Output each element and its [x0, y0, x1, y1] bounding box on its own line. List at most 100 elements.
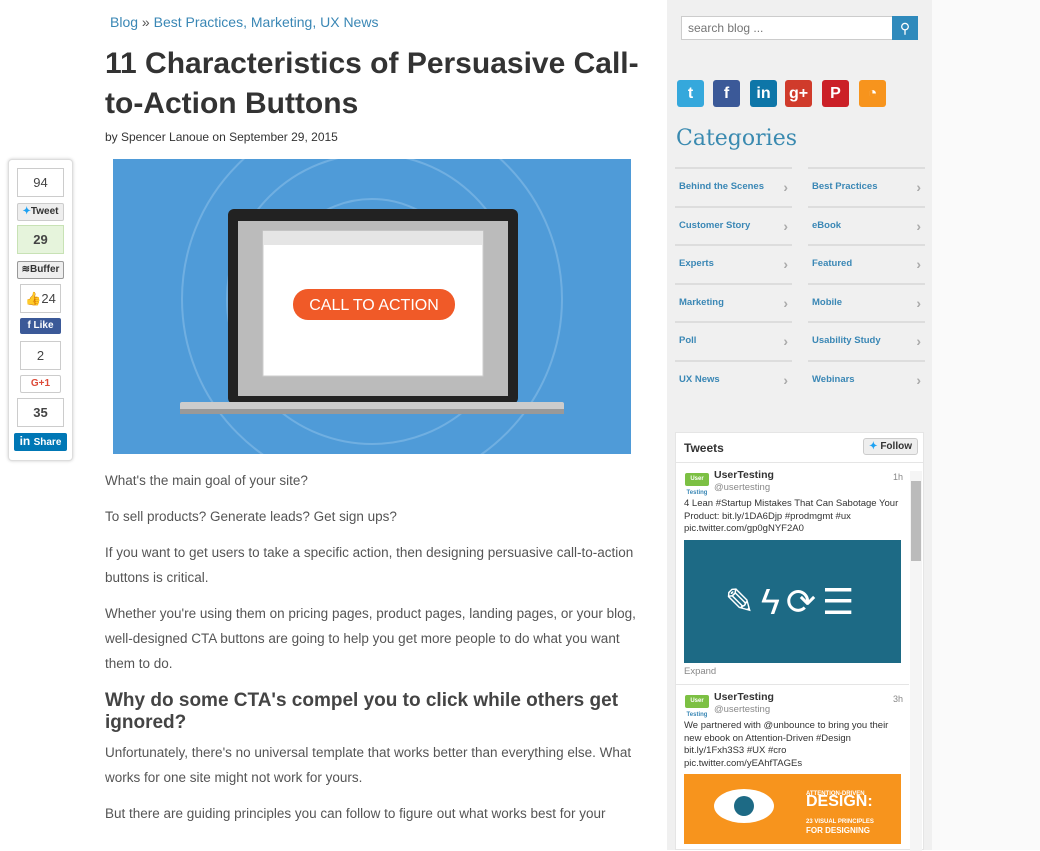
search-box: ⚲ — [681, 16, 918, 40]
tweet-image[interactable]: ATTENTION-DRIVEN DESIGN: 23 VISUAL PRINC… — [684, 774, 901, 844]
category-label: Featured — [812, 258, 853, 269]
category-label: Customer Story — [679, 219, 751, 231]
category-label: Mobile — [812, 296, 843, 308]
paragraph: Whether you're using them on pricing pag… — [105, 606, 636, 671]
buffer-icon: ≋ — [21, 264, 30, 275]
category-label: Poll — [679, 335, 697, 346]
paragraph: If you want to get users to take a speci… — [105, 545, 634, 585]
article-body: What's the main goal of your site? To se… — [105, 468, 645, 837]
category-label: Marketing — [679, 296, 724, 308]
tweet-handle[interactable]: @usertesting — [714, 704, 901, 717]
category-link[interactable]: Customer Story › — [675, 205, 792, 244]
tweet-text: We partnered with @unbounce to bring you… — [684, 720, 889, 769]
category-label: UX News — [679, 373, 720, 385]
category-link[interactable]: Featured › — [808, 244, 925, 282]
tweet-count: 94 — [17, 168, 64, 197]
category-link[interactable]: eBook › — [808, 205, 925, 244]
expand-link[interactable]: Expand — [684, 666, 901, 679]
chevron-right-icon: › — [916, 371, 921, 388]
tweets-scrollbar[interactable] — [910, 471, 922, 851]
linkedin-icon[interactable]: in — [750, 80, 777, 107]
tweet-button[interactable]: ✦Tweet — [17, 203, 64, 221]
chevron-right-icon: › — [916, 333, 921, 349]
paragraph: But there are guiding principles you can… — [105, 806, 606, 821]
category-link[interactable]: Marketing › — [675, 282, 792, 321]
page-margin — [932, 0, 1040, 850]
linkedin-count: 35 — [17, 398, 64, 427]
category-link[interactable]: Usability Study › — [808, 321, 925, 359]
thumbs-up-icon: 👍 — [25, 291, 42, 306]
search-button[interactable]: ⚲ — [892, 16, 918, 40]
chevron-right-icon: › — [783, 179, 788, 195]
tweet-time[interactable]: 1h — [893, 471, 903, 484]
chevron-right-icon: › — [783, 371, 788, 388]
tweets-widget: Tweets ✦ Follow User Testing UserTesting … — [675, 432, 924, 851]
breadcrumb-separator: » — [141, 14, 150, 30]
category-link[interactable]: Behind the Scenes › — [675, 167, 792, 205]
chevron-right-icon: › — [783, 333, 788, 349]
tweet-author[interactable]: UserTesting — [714, 691, 901, 704]
category-label: Webinars — [812, 373, 855, 385]
category-link[interactable]: UX News › — [675, 359, 792, 398]
buffer-button[interactable]: ≋Buffer — [17, 261, 64, 279]
rss-icon[interactable]: ◔ — [859, 80, 886, 107]
tweet-author[interactable]: UserTesting — [714, 469, 901, 482]
breadcrumb-categories-link[interactable]: Best Practices, Marketing, UX News — [154, 14, 379, 30]
linkedin-icon: in — [19, 434, 34, 448]
chevron-right-icon: › — [916, 256, 921, 272]
paragraph: Unfortunately, there's no universal temp… — [105, 745, 632, 785]
chevron-right-icon: › — [916, 217, 921, 234]
tweet-text: 4 Lean #Startup Mistakes That Can Sabota… — [684, 498, 899, 534]
hero-cta-text: CALL TO ACTION — [309, 297, 439, 314]
breadcrumb-blog-link[interactable]: Blog — [110, 14, 138, 30]
category-label: Behind the Scenes — [679, 181, 764, 192]
tweet: User Testing UserTesting @usertesting 3h … — [676, 685, 909, 850]
category-link[interactable]: Webinars › — [808, 359, 925, 398]
twitter-bird-icon: ✦ — [22, 206, 31, 217]
categories-heading: Categories — [676, 126, 797, 151]
category-label: Experts — [679, 258, 714, 269]
category-link[interactable]: Best Practices › — [808, 167, 925, 205]
pinterest-icon[interactable]: P — [822, 80, 849, 107]
laptop-illustration: CALL TO ACTION — [180, 159, 564, 454]
twitter-icon[interactable]: t — [677, 80, 704, 107]
gplus-count: 2 — [20, 341, 61, 370]
paragraph: What's the main goal of your site? — [105, 473, 308, 488]
twitter-bird-icon: ✦ — [869, 441, 878, 452]
share-bar: 94 ✦Tweet 29 ≋Buffer 👍24 f Like 2 G+1 35… — [8, 159, 73, 461]
chevron-right-icon: › — [916, 294, 921, 311]
category-label: Usability Study — [812, 335, 881, 346]
search-icon: ⚲ — [899, 20, 911, 36]
category-label: eBook — [812, 219, 842, 231]
chevron-right-icon: › — [783, 217, 788, 234]
google-plus-icon[interactable]: g+ — [785, 80, 812, 107]
hero-image: CALL TO ACTION — [113, 159, 631, 454]
category-label: Best Practices — [812, 181, 878, 192]
chevron-right-icon: › — [783, 294, 788, 311]
category-link[interactable]: Poll › — [675, 321, 792, 359]
tweet: User Testing UserTesting @usertesting 1h … — [676, 463, 909, 685]
chevron-right-icon: › — [916, 179, 921, 195]
page-title: 11 Characteristics of Persuasive Call-to… — [105, 47, 639, 120]
facebook-like-button[interactable]: f Like — [20, 318, 61, 334]
tweet-handle[interactable]: @usertesting — [714, 482, 901, 495]
tweets-title: Tweets — [684, 441, 724, 455]
paragraph: To sell products? Generate leads? Get si… — [105, 509, 397, 524]
tweet-time[interactable]: 3h — [893, 693, 903, 706]
search-input[interactable] — [682, 17, 892, 39]
facebook-icon[interactable]: f — [713, 80, 740, 107]
gplus-button[interactable]: G+1 — [20, 375, 61, 393]
byline: by Spencer Lanoue on September 29, 2015 — [105, 130, 338, 144]
usertesting-logo: User Testing — [685, 473, 709, 499]
tweet-image[interactable]: ✎ϟ⟳☰ — [684, 539, 901, 663]
breadcrumb: Blog » Best Practices, Marketing, UX New… — [110, 14, 378, 30]
category-link[interactable]: Mobile › — [808, 282, 925, 321]
linkedin-share-button[interactable]: in Share — [14, 433, 67, 451]
chevron-right-icon: › — [783, 256, 788, 272]
scrollbar-thumb[interactable] — [911, 481, 921, 561]
like-count: 👍24 — [20, 284, 61, 313]
follow-button[interactable]: ✦ Follow — [863, 438, 918, 455]
category-link[interactable]: Experts › — [675, 244, 792, 282]
eye-icon — [714, 789, 774, 823]
section-heading: Why do some CTA's compel you to click wh… — [105, 690, 619, 733]
